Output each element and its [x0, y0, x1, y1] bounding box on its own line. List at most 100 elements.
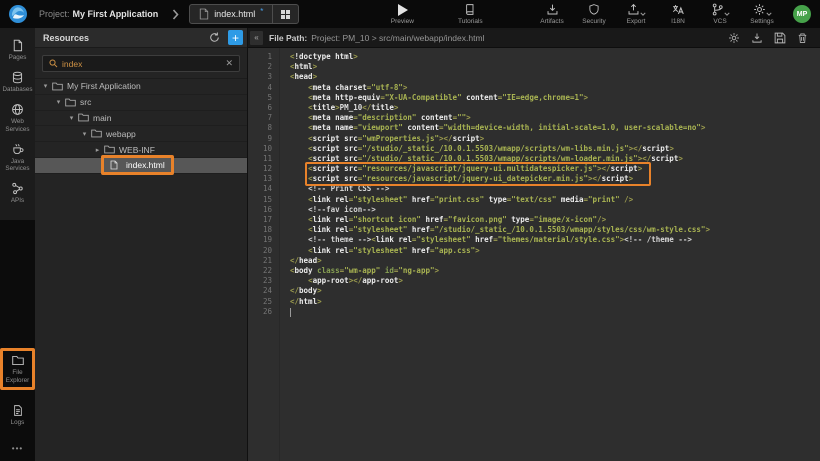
pages-label: Pages: [9, 54, 27, 61]
tutorials-button[interactable]: Tutorials: [453, 3, 487, 25]
collapse-panel-button[interactable]: «: [250, 31, 263, 45]
export-button[interactable]: Export: [619, 3, 653, 25]
folder-icon: [91, 129, 102, 138]
pages-icon: [11, 39, 24, 52]
line-number: 17: [248, 215, 279, 225]
refresh-button[interactable]: [204, 30, 225, 45]
caret-expanded-icon[interactable]: ▾: [54, 98, 63, 106]
code-line-2: <html>: [290, 62, 820, 72]
tree-node-webapp[interactable]: ▾ webapp: [35, 126, 247, 142]
preview-label: Preview: [391, 18, 414, 25]
modified-indicator: *: [260, 7, 263, 16]
file-icon: [110, 160, 118, 170]
sidebar-item-java-services[interactable]: Java Services: [0, 138, 35, 177]
artifacts-button[interactable]: Artifacts: [535, 3, 569, 25]
caret-expanded-icon[interactable]: ▾: [67, 114, 76, 122]
databases-label: Databases: [2, 86, 32, 93]
code-line-8: <meta name="viewport" content="width=dev…: [290, 123, 820, 133]
folder-icon: [78, 113, 89, 122]
file-path-label: File Path:: [269, 33, 307, 43]
settings-gear-button[interactable]: [728, 32, 740, 44]
tree-node-label: webapp: [106, 129, 136, 139]
vcs-button[interactable]: VCS: [703, 3, 737, 25]
code-line-16: <!--fav icon-->: [290, 205, 820, 215]
search-icon: [49, 59, 58, 68]
code-content[interactable]: <!doctype html><html><head> <meta charse…: [280, 48, 820, 461]
code-line-14: <!-- Print CSS -->: [290, 184, 820, 194]
caret-expanded-icon[interactable]: ▾: [80, 130, 89, 138]
line-number: 11: [248, 154, 279, 164]
clear-search-icon[interactable]: ✕: [225, 58, 233, 69]
settings-icon: [753, 3, 772, 16]
line-number: 16: [248, 205, 279, 215]
tree-node-my-first-application[interactable]: ▾My First Application: [35, 79, 247, 95]
file-explorer-label: File Explorer: [5, 369, 30, 383]
tab-index-html[interactable]: index.html *: [190, 5, 272, 23]
vcs-label: VCS: [713, 18, 726, 25]
line-number: 15: [248, 195, 279, 205]
sidebar-item-file-explorer[interactable]: File Explorer: [0, 348, 35, 389]
line-number: 6: [248, 103, 279, 113]
caret-collapsed-icon[interactable]: ▸: [93, 146, 102, 154]
app-logo[interactable]: [0, 0, 35, 28]
resources-header: Resources +: [35, 28, 247, 48]
code-area[interactable]: 1234567891011121314151617181920212223242…: [248, 48, 820, 461]
pages-grid-button[interactable]: [273, 5, 298, 23]
code-line-1: <!doctype html>: [290, 52, 820, 62]
refresh-icon: [209, 32, 220, 43]
line-number: 22: [248, 266, 279, 276]
resource-search-input[interactable]: index ✕: [42, 55, 240, 72]
settings-label: Settings: [750, 18, 774, 25]
download-icon: [751, 32, 763, 44]
code-line-19: <!-- theme --><link rel="stylesheet" hre…: [290, 235, 820, 245]
line-number: 23: [248, 276, 279, 286]
code-line-24: </body>: [290, 286, 820, 296]
code-line-23: <app-root></app-root>: [290, 276, 820, 286]
code-line-20: <link rel="stylesheet" href="app.css">: [290, 246, 820, 256]
project-label: Project:: [39, 9, 70, 19]
sidebar-item-databases[interactable]: Databases: [0, 66, 35, 98]
line-number-gutter: 1234567891011121314151617181920212223242…: [248, 48, 280, 461]
top-bar: Project: My First Application index.html…: [0, 0, 820, 28]
tree-node-src[interactable]: ▾src: [35, 95, 247, 111]
tree-node-index-html[interactable]: index.html: [35, 158, 247, 174]
text-cursor: [290, 308, 291, 317]
chevron-right-icon: [172, 9, 179, 20]
line-number: 2: [248, 62, 279, 72]
i18n-button[interactable]: I18N: [661, 3, 695, 25]
add-resource-button[interactable]: +: [228, 30, 243, 45]
resources-title: Resources: [43, 33, 204, 43]
download-button[interactable]: [751, 32, 763, 44]
resources-panel: Resources + index ✕ ▾My First Applicatio…: [35, 28, 248, 461]
line-number: 8: [248, 123, 279, 133]
user-avatar[interactable]: MP: [793, 5, 811, 23]
preview-button[interactable]: Preview: [385, 3, 419, 25]
databases-icon: [11, 71, 24, 84]
security-icon: [588, 3, 600, 16]
save-button[interactable]: [774, 32, 786, 44]
web-services-label: Web Services: [1, 118, 34, 132]
security-button[interactable]: Security: [577, 3, 611, 25]
project-name[interactable]: My First Application: [73, 9, 159, 19]
line-number: 21: [248, 256, 279, 266]
tree-node-main[interactable]: ▾ main: [35, 111, 247, 127]
tutorials-icon: [464, 3, 476, 16]
settings-button[interactable]: Settings: [745, 3, 779, 25]
more-options-button[interactable]: •••: [12, 444, 23, 453]
sidebar-item-apis[interactable]: APIs: [0, 177, 35, 209]
file-explorer-icon: [11, 354, 25, 367]
sidebar-item-logs[interactable]: Logs: [0, 400, 35, 430]
sidebar-item-web-services[interactable]: Web Services: [0, 98, 35, 137]
tree-node-label: main: [93, 113, 111, 123]
code-editor-pane: « File Path: Project: PM_10 > src/main/w…: [248, 28, 820, 461]
sidebar-item-pages[interactable]: Pages: [0, 34, 35, 66]
delete-button[interactable]: [797, 32, 808, 44]
code-line-17: <link rel="shortcut icon" href="favicon.…: [290, 215, 820, 225]
export-label: Export: [627, 18, 646, 25]
search-value: index: [62, 59, 221, 69]
highlight-outline: index.html: [101, 155, 174, 175]
caret-expanded-icon[interactable]: ▾: [41, 82, 50, 90]
wavemaker-logo-icon: [8, 4, 28, 24]
line-number: 10: [248, 144, 279, 154]
code-line-18: <link rel="stylesheet" href="/studio/_st…: [290, 225, 820, 235]
